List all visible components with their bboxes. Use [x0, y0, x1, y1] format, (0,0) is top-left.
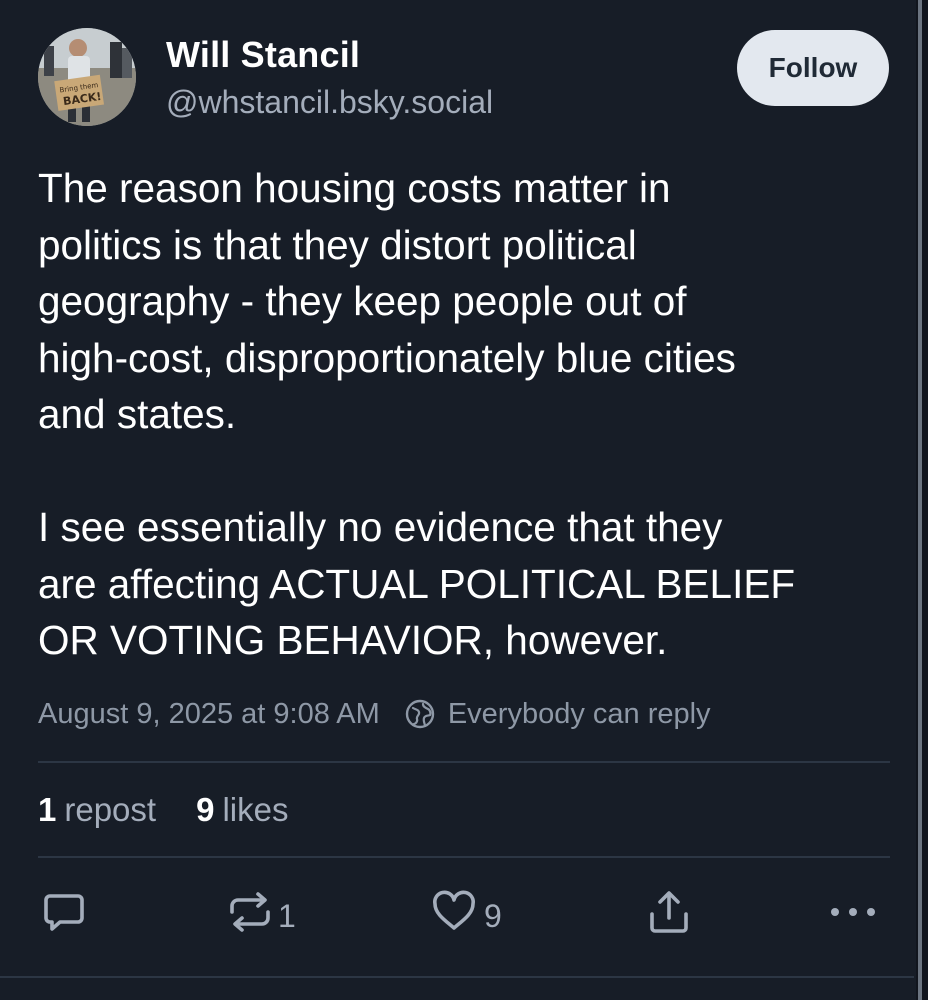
post-paragraph: The reason housing costs matter in polit…	[38, 165, 736, 437]
avatar-photo: Bring them BACK!	[38, 28, 136, 126]
share-upload-icon	[646, 888, 692, 944]
divider	[0, 976, 914, 978]
follow-button[interactable]: Follow	[737, 30, 889, 106]
repost-arrows-icon	[228, 888, 272, 944]
reposts-label: repost	[64, 791, 157, 828]
reply-button[interactable]	[40, 890, 88, 942]
like-count: 9	[484, 897, 502, 934]
author-name[interactable]: Will Stancil	[166, 34, 360, 76]
ellipsis-icon	[828, 888, 878, 944]
speech-bubble-icon	[40, 888, 88, 944]
avatar[interactable]: Bring them BACK!	[38, 28, 136, 126]
scrollbar[interactable]	[916, 0, 928, 1000]
reposts-count: 1	[38, 791, 57, 828]
reply-setting[interactable]: Everybody can reply	[448, 698, 711, 731]
globe-icon	[404, 698, 436, 730]
post-body: The reason housing costs matter in polit…	[38, 160, 898, 669]
post-timestamp: August 9, 2025 at 9:08 AM	[38, 697, 380, 730]
post-thread-view: Bring them BACK! Will Stancil @whstancil…	[0, 0, 914, 1000]
like-button[interactable]: 9	[430, 890, 502, 942]
divider	[38, 761, 890, 763]
post-meta: August 9, 2025 at 9:08 AM Everybody can …	[38, 694, 711, 734]
reposts-stat[interactable]: 1 repost	[38, 791, 156, 829]
scrollbar-thumb[interactable]	[918, 0, 922, 1000]
share-button[interactable]	[646, 890, 692, 942]
heart-icon	[430, 888, 478, 944]
engagement-stats: 1 repost 9 likes	[38, 788, 288, 832]
author-handle[interactable]: @whstancil.bsky.social	[166, 84, 493, 121]
divider	[38, 856, 890, 858]
likes-label: likes	[222, 791, 289, 828]
likes-stat[interactable]: 9 likes	[196, 791, 288, 829]
repost-button[interactable]: 1	[228, 890, 296, 942]
more-options-button[interactable]	[828, 890, 878, 942]
repost-count: 1	[278, 897, 296, 934]
post-paragraph: I see essentially no evidence that they …	[38, 504, 796, 663]
likes-count: 9	[196, 791, 215, 828]
